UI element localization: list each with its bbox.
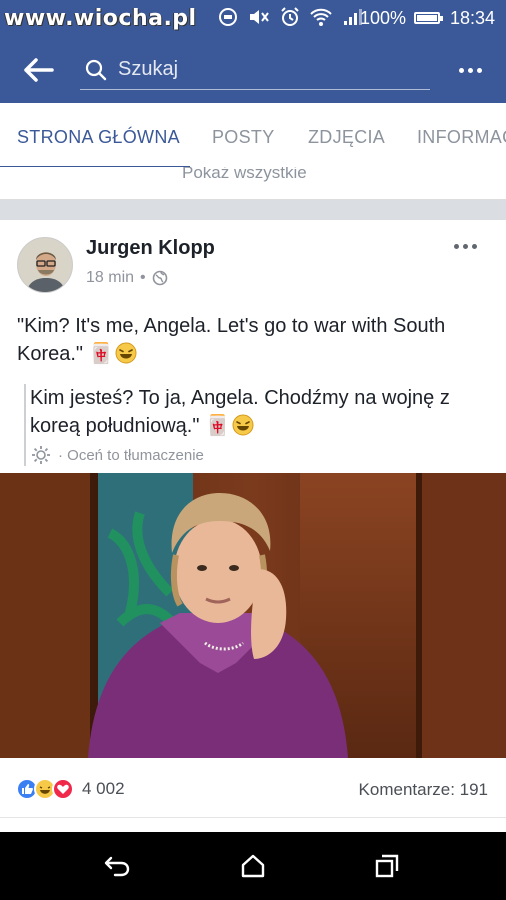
app-bar: [0, 36, 506, 103]
meta-separator: •: [140, 269, 146, 286]
screen: www.wiocha.pl 100% 18:34 STRONA GŁÓWNA P…: [0, 0, 506, 900]
globe-icon: [152, 270, 167, 286]
alarm-icon: [281, 7, 299, 26]
post-stats: 4 002 Komentarze: 191: [0, 760, 506, 818]
sync-icon: [219, 8, 237, 26]
show-all-link[interactable]: Pokaż wszystkie: [182, 167, 307, 183]
translation-text: Kim jesteś? To ja, Angela. Chodźmy na wo…: [30, 384, 494, 440]
post-card: Jurgen Klopp 18 min • "Kim? It's me, Ang…: [0, 220, 506, 832]
back-arrow-icon[interactable]: [22, 56, 56, 84]
post-options-icon[interactable]: [454, 244, 477, 249]
laughing-emoji-icon: [115, 342, 137, 364]
post-author[interactable]: Jurgen Klopp: [86, 237, 215, 260]
reactions-summary[interactable]: 4 002: [16, 778, 125, 800]
feed-divider: [0, 200, 506, 220]
nav-home-icon[interactable]: [236, 852, 270, 880]
nav-recents-icon[interactable]: [370, 852, 404, 880]
status-icons: [218, 7, 364, 27]
android-nav-bar: [0, 832, 506, 900]
tab-home[interactable]: STRONA GŁÓWNA: [17, 127, 180, 148]
tab-info[interactable]: INFORMAC: [417, 127, 506, 148]
post-text-body: "Kim? It's me, Angela. Let's go to war w…: [17, 315, 446, 365]
reaction-count[interactable]: 4 002: [82, 779, 125, 799]
page-tabs: STRONA GŁÓWNA POSTY ZDJĘCIA INFORMAC: [0, 103, 506, 167]
avatar[interactable]: [17, 237, 73, 293]
post-photo[interactable]: [0, 473, 506, 758]
wifi-icon: [310, 8, 332, 26]
love-reaction-icon: [52, 778, 74, 800]
laughing-emoji-icon: [232, 414, 254, 436]
show-all-strip: Pokaż wszystkie: [0, 167, 506, 200]
search-icon: [85, 59, 107, 80]
search-input[interactable]: [118, 58, 418, 81]
search-box[interactable]: [80, 50, 430, 90]
status-bar: www.wiocha.pl 100% 18:34: [0, 0, 506, 36]
rate-translation-label: · Oceń to tłumaczenie: [58, 446, 204, 464]
more-options-icon[interactable]: [452, 58, 488, 82]
nav-back-icon[interactable]: [101, 852, 135, 880]
watermark: www.wiocha.pl: [4, 6, 197, 31]
mute-icon: [250, 10, 269, 24]
tab-photos[interactable]: ZDJĘCIA: [308, 127, 385, 148]
comments-count[interactable]: Komentarze: 191: [359, 780, 488, 800]
gear-icon: [32, 446, 50, 464]
clock: 18:34: [450, 8, 496, 28]
battery-icon: [414, 12, 443, 24]
post-text: "Kim? It's me, Angela. Let's go to war w…: [17, 312, 487, 368]
translation-block: Kim jesteś? To ja, Angela. Chodźmy na wo…: [24, 384, 494, 466]
rate-translation-link[interactable]: · Oceń to tłumaczenie: [30, 444, 494, 466]
tab-posts[interactable]: POSTY: [212, 127, 275, 148]
post-meta: 18 min •: [86, 269, 168, 287]
battery-percent: 100%: [360, 8, 407, 28]
post-time[interactable]: 18 min: [86, 269, 134, 287]
